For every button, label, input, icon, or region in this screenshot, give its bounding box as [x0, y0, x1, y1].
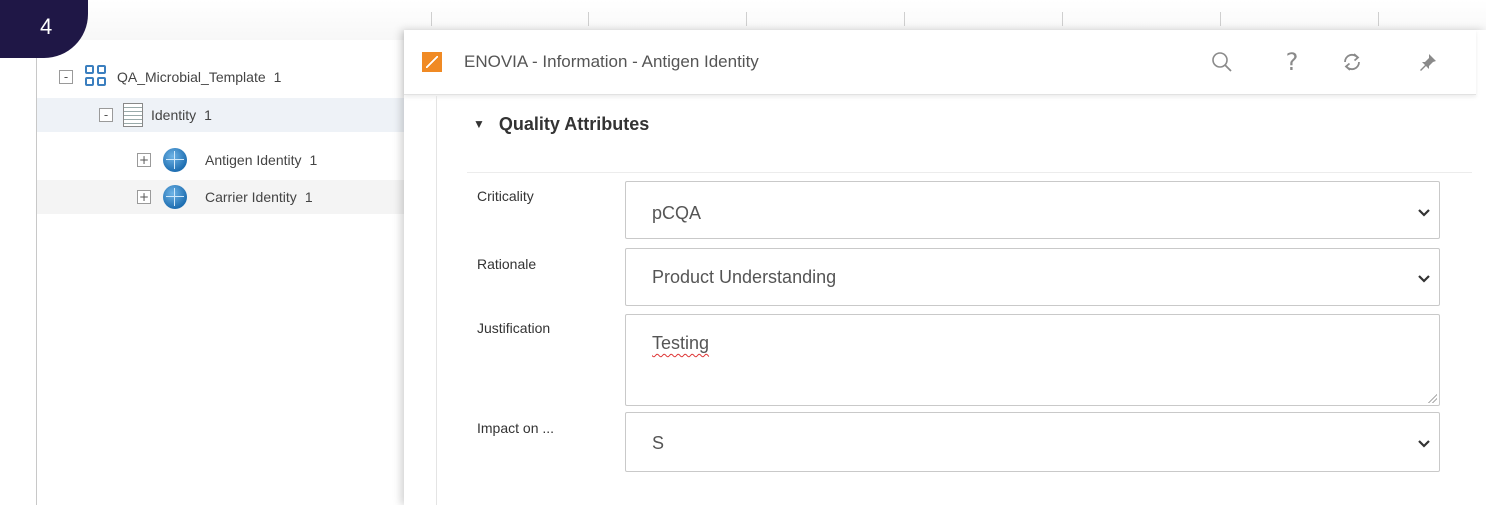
tree-node-title: QA_Microbial_Template	[117, 69, 266, 85]
collapse-toggle[interactable]: -	[59, 70, 73, 84]
search-icon[interactable]	[1204, 44, 1240, 80]
revision-number: 1	[273, 69, 282, 85]
tree-node-label[interactable]: Identity 1	[151, 107, 212, 123]
column-divider	[588, 12, 589, 26]
column-divider	[1220, 12, 1221, 26]
column-divider	[1378, 12, 1379, 26]
collapse-toggle[interactable]: -	[99, 108, 113, 122]
refresh-icon[interactable]	[1334, 44, 1370, 80]
tree-node-title: Carrier Identity	[205, 189, 297, 205]
tree-node-identity[interactable]: - Identity 1	[37, 98, 407, 132]
tree-node-root[interactable]: - QA_Microbial_Template 1	[37, 60, 407, 94]
revision-number: 1	[204, 107, 212, 123]
section-title: Quality Attributes	[498, 114, 650, 134]
impact-value: S	[652, 433, 665, 453]
panel-body: ▼ Quality Attributes Criticality pCQA Rat…	[436, 96, 1477, 505]
tree-node-title: Identity	[151, 107, 197, 123]
tree-node-label[interactable]: QA_Microbial_Template 1	[117, 69, 281, 85]
rationale-select[interactable]: Product Understanding	[625, 248, 1440, 306]
column-divider	[746, 12, 747, 26]
expand-toggle[interactable]: +	[137, 153, 151, 167]
document-icon	[123, 103, 143, 127]
template-icon	[85, 65, 109, 89]
revision-number: 1	[304, 189, 313, 205]
justification-textarea[interactable]: Testing	[625, 314, 1440, 406]
revision-number: 1	[309, 152, 318, 168]
expand-toggle[interactable]: +	[137, 190, 151, 204]
chevron-down-icon	[1417, 436, 1431, 450]
impact-label: Impact on ...	[477, 420, 555, 436]
justification-value: Testing	[652, 333, 710, 353]
information-panel: ENOVIA - Information - Antigen Identity …	[404, 30, 1486, 505]
tree-node-label[interactable]: Antigen Identity 1	[205, 152, 317, 168]
collapse-arrow-icon: ▼	[473, 117, 485, 131]
tree-node-antigen-identity[interactable]: + Antigen Identity 1	[37, 143, 407, 177]
rationale-label: Rationale	[477, 256, 537, 272]
section-divider	[467, 172, 1472, 173]
globe-icon	[163, 148, 187, 172]
justification-label: Justification	[477, 320, 551, 336]
tree-node-carrier-identity[interactable]: + Carrier Identity 1	[37, 180, 407, 214]
tree-node-label[interactable]: Carrier Identity 1	[205, 189, 313, 205]
chevron-down-icon	[1417, 271, 1431, 285]
impact-select[interactable]: S	[625, 412, 1440, 472]
column-divider	[904, 12, 905, 26]
section-header-quality-attributes[interactable]: ▼ Quality Attributes	[473, 114, 649, 135]
column-divider	[431, 12, 432, 26]
rationale-value: Product Understanding	[652, 267, 837, 287]
panel-header: ENOVIA - Information - Antigen Identity …	[404, 30, 1476, 95]
criticality-value: pCQA	[652, 203, 702, 223]
criticality-select[interactable]: pCQA	[625, 181, 1440, 239]
help-icon[interactable]: ?	[1274, 44, 1310, 80]
globe-icon	[163, 185, 187, 209]
column-divider	[1062, 12, 1063, 26]
panel-title: ENOVIA - Information - Antigen Identity	[464, 52, 759, 71]
resize-handle-icon[interactable]	[1427, 393, 1437, 403]
tree-node-title: Antigen Identity	[205, 152, 302, 168]
enovia-app-icon	[422, 52, 442, 72]
chevron-down-icon	[1417, 205, 1431, 219]
criticality-label: Criticality	[477, 188, 534, 204]
pin-icon[interactable]	[1410, 44, 1446, 80]
structure-tree: - QA_Microbial_Template 1 - Identity 1 + A…	[36, 40, 407, 505]
step-number: 4	[40, 14, 53, 39]
